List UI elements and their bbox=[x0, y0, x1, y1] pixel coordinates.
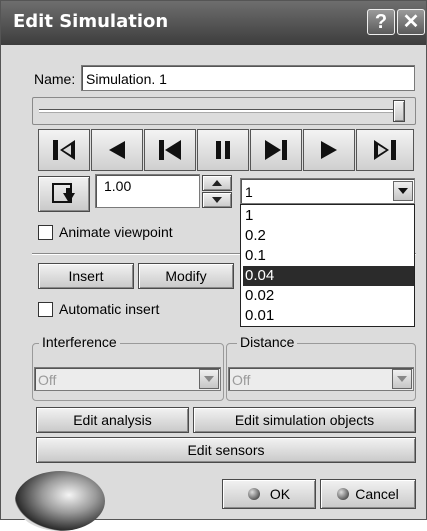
play-backward-icon bbox=[109, 141, 125, 159]
name-input-value: Simulation. 1 bbox=[86, 71, 167, 87]
name-input[interactable]: Simulation. 1 bbox=[81, 65, 415, 91]
step-value-input[interactable]: 1.00 bbox=[95, 174, 200, 208]
ok-icon bbox=[247, 488, 260, 500]
cancel-button[interactable]: Cancel bbox=[320, 479, 416, 509]
chevron-down-icon bbox=[212, 197, 222, 203]
dropdown-option[interactable]: 0.1 bbox=[243, 246, 414, 266]
modify-button[interactable]: Modify bbox=[138, 263, 234, 289]
interference-value: Off bbox=[38, 372, 57, 388]
time-slider-thumb[interactable] bbox=[393, 100, 405, 122]
pause-button[interactable] bbox=[197, 129, 249, 171]
animate-viewpoint-checkbox[interactable] bbox=[38, 225, 53, 240]
decorative-swoosh bbox=[15, 471, 105, 531]
cancel-icon bbox=[337, 488, 350, 500]
chevron-down-icon bbox=[398, 188, 408, 194]
chevron-down-icon bbox=[204, 376, 214, 382]
interference-select[interactable]: Off bbox=[34, 367, 221, 391]
edit-analysis-button[interactable]: Edit analysis bbox=[36, 407, 189, 433]
time-slider-track[interactable] bbox=[39, 109, 405, 113]
name-label: Name: bbox=[34, 71, 76, 87]
close-button[interactable]: ✕ bbox=[397, 9, 425, 35]
step-back-icon bbox=[159, 140, 181, 160]
step-forward-button[interactable] bbox=[250, 129, 302, 171]
jump-to-start-button[interactable] bbox=[38, 129, 90, 171]
pause-icon bbox=[216, 141, 230, 159]
distance-select[interactable]: Off bbox=[228, 367, 414, 391]
dropdown-option-highlighted[interactable]: 0.04 bbox=[243, 266, 414, 286]
step-size-select[interactable]: 1 bbox=[240, 178, 415, 204]
dropdown-option[interactable]: 0.2 bbox=[243, 226, 414, 246]
cancel-label: Cancel bbox=[355, 486, 399, 502]
distance-title: Distance bbox=[237, 334, 298, 350]
help-button[interactable]: ? bbox=[367, 9, 395, 35]
spinner-up-button[interactable] bbox=[202, 175, 232, 191]
edit-simulation-objects-button[interactable]: Edit simulation objects bbox=[193, 407, 416, 433]
dialog-title: Edit Simulation bbox=[13, 11, 169, 32]
animate-viewpoint-label: Animate viewpoint bbox=[59, 224, 173, 240]
step-back-button[interactable] bbox=[144, 129, 196, 171]
skip-to-start-icon bbox=[53, 140, 75, 160]
insert-button[interactable]: Insert bbox=[38, 263, 134, 289]
distance-dropdown-button[interactable] bbox=[392, 369, 412, 389]
skip-to-end-icon bbox=[374, 140, 396, 160]
step-size-dropdown-button[interactable] bbox=[393, 181, 413, 201]
automatic-insert-label: Automatic insert bbox=[59, 301, 160, 317]
play-backward-button[interactable] bbox=[91, 129, 143, 171]
automatic-insert-checkbox[interactable] bbox=[38, 302, 53, 317]
chevron-down-icon bbox=[397, 376, 407, 382]
interference-dropdown-button[interactable] bbox=[199, 369, 219, 389]
spinner-down-button[interactable] bbox=[202, 192, 232, 208]
ok-label: OK bbox=[269, 486, 291, 502]
edit-sensors-button[interactable]: Edit sensors bbox=[36, 437, 416, 463]
dropdown-option[interactable]: 0.02 bbox=[243, 286, 414, 306]
dropdown-option[interactable]: 0.01 bbox=[243, 306, 414, 326]
play-forward-button[interactable] bbox=[303, 129, 355, 171]
chevron-up-icon bbox=[212, 180, 222, 186]
jump-to-end-button[interactable] bbox=[356, 129, 414, 171]
step-value-text: 1.00 bbox=[104, 178, 132, 194]
step-forward-icon bbox=[265, 140, 287, 160]
edit-simulation-dialog: Edit Simulation ? ✕ Name: Simulation. 1 bbox=[0, 0, 427, 531]
distance-value: Off bbox=[232, 372, 251, 388]
step-size-selected: 1 bbox=[245, 184, 253, 200]
title-bar[interactable]: Edit Simulation ? ✕ bbox=[1, 1, 426, 45]
play-icon bbox=[321, 141, 337, 159]
interference-title: Interference bbox=[39, 334, 120, 350]
ok-button[interactable]: OK bbox=[222, 479, 316, 509]
dropdown-option[interactable]: 1 bbox=[243, 206, 414, 226]
step-size-dropdown-list[interactable]: 1 0.2 0.1 0.04 0.02 0.01 bbox=[240, 204, 415, 327]
record-insert-icon bbox=[52, 183, 75, 203]
record-button[interactable] bbox=[38, 176, 90, 212]
